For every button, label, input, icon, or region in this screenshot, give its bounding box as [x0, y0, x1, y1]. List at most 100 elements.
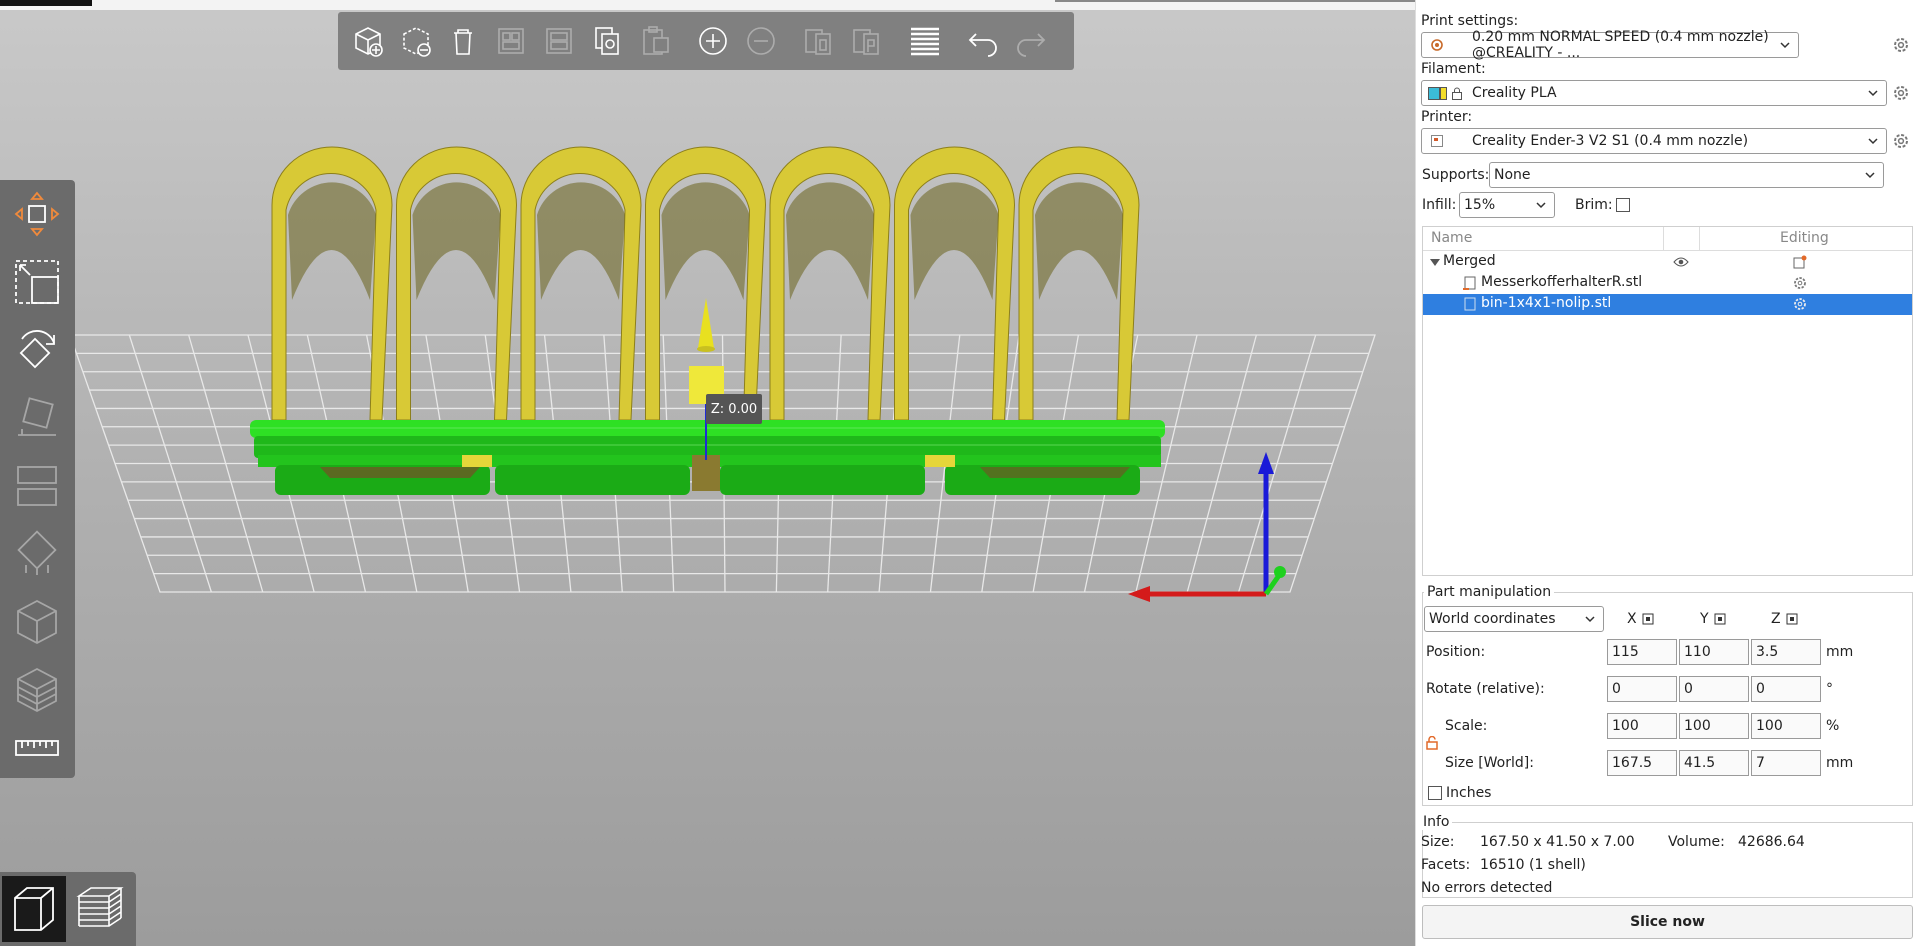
gear-icon[interactable] — [1793, 276, 1807, 290]
printer-combo[interactable]: Creality Ender-3 V2 S1 (0.4 mm nozzle) — [1421, 128, 1887, 154]
info-facets-label: Facets: — [1421, 857, 1471, 873]
rotate-x-input[interactable]: 0 — [1607, 676, 1677, 702]
infill-value: 15% — [1464, 197, 1496, 213]
object-name: Merged — [1443, 253, 1496, 269]
object-row-part-selected[interactable]: bin-1x4x1-nolip.stl — [1423, 294, 1912, 315]
redo-icon[interactable] — [1012, 19, 1050, 63]
print-profile-icon — [1431, 39, 1443, 51]
supports-combo[interactable]: None — [1489, 162, 1884, 188]
position-label: Position: — [1426, 644, 1486, 660]
split-objects-icon[interactable] — [800, 19, 838, 63]
scale-icon[interactable] — [8, 254, 66, 310]
undo-icon[interactable] — [964, 19, 1002, 63]
scale-z-input[interactable]: 100 — [1751, 713, 1821, 739]
print-settings-combo[interactable]: 0.20 mm NORMAL SPEED (0.4 mm nozzle) @CR… — [1421, 29, 1799, 61]
cut-icon[interactable] — [8, 458, 66, 514]
object-list: Name Editing Merged MesserkofferhalterR.… — [1422, 226, 1913, 576]
reset-x-icon[interactable] — [1642, 613, 1654, 625]
unlock-icon[interactable] — [1426, 736, 1438, 750]
brim-label: Brim: — [1575, 197, 1613, 213]
infill-combo[interactable]: 15% — [1459, 192, 1555, 218]
rotate-z-input[interactable]: 0 — [1751, 676, 1821, 702]
delete-all-icon[interactable] — [444, 19, 482, 63]
gear-icon[interactable] — [1892, 132, 1910, 150]
view-toggle — [0, 872, 136, 946]
3d-scene[interactable] — [0, 0, 1415, 946]
delete-icon[interactable] — [396, 19, 434, 63]
3d-viewport[interactable]: Z: 0.00 — [0, 0, 1415, 946]
gear-icon[interactable] — [1892, 84, 1910, 102]
filament-combo[interactable]: Creality PLA — [1421, 80, 1887, 106]
rotate-icon[interactable] — [8, 322, 66, 378]
3d-view-icon[interactable] — [2, 876, 66, 942]
col-editing: Editing — [1780, 230, 1829, 246]
col-name: Name — [1431, 230, 1473, 246]
rotate-unit: ° — [1826, 681, 1833, 697]
object-list-header: Name Editing — [1423, 227, 1912, 251]
gear-icon[interactable] — [1793, 297, 1807, 311]
size-x-input[interactable]: 167.5 — [1607, 750, 1677, 776]
preview-icon[interactable] — [68, 876, 132, 942]
multimaterial-icon[interactable] — [8, 662, 66, 718]
chevron-down-icon — [1868, 90, 1878, 97]
supports-value: None — [1494, 167, 1531, 183]
object-row-merged[interactable]: Merged — [1423, 252, 1912, 273]
inches-checkbox[interactable] — [1428, 786, 1442, 800]
scale-y-input[interactable]: 100 — [1679, 713, 1749, 739]
coordinates-value: World coordinates — [1429, 611, 1556, 627]
object-row-part[interactable]: MesserkofferhalterR.stl — [1423, 273, 1912, 294]
model-arch-shadow — [910, 182, 999, 300]
size-z-input[interactable]: 7 — [1751, 750, 1821, 776]
paste-icon[interactable] — [636, 19, 674, 63]
add-icon[interactable] — [348, 19, 386, 63]
scale-unit: % — [1826, 718, 1840, 734]
edit-settings-icon[interactable] — [1793, 255, 1807, 269]
brim-checkbox[interactable] — [1616, 198, 1630, 212]
copy-icon[interactable] — [588, 19, 626, 63]
gear-icon[interactable] — [1892, 36, 1910, 54]
object-name: MesserkofferhalterR.stl — [1481, 274, 1643, 290]
remove-instance-icon[interactable] — [742, 19, 780, 63]
paint-supports-icon[interactable] — [8, 526, 66, 582]
arrange-selection-icon[interactable] — [540, 19, 578, 63]
chevron-down-icon — [1536, 202, 1546, 209]
slice-now-button[interactable]: Slice now — [1422, 905, 1913, 939]
rotate-label: Rotate (relative): — [1426, 681, 1545, 697]
chevron-down-icon — [1585, 616, 1595, 623]
model-arch-shadow — [1035, 182, 1123, 300]
part-icon — [1464, 297, 1476, 311]
info-size-label: Size: — [1421, 834, 1455, 850]
position-x-input[interactable]: 115 — [1607, 639, 1677, 665]
info-status: No errors detected — [1421, 880, 1553, 896]
size-y-input[interactable]: 41.5 — [1679, 750, 1749, 776]
rotate-y-input[interactable]: 0 — [1679, 676, 1749, 702]
seam-painting-icon[interactable] — [8, 594, 66, 650]
reset-z-icon[interactable] — [1786, 613, 1798, 625]
measure-icon[interactable] — [8, 720, 66, 776]
arrange-icon[interactable] — [492, 19, 530, 63]
move-icon[interactable] — [8, 186, 66, 242]
print-settings-value: 0.20 mm NORMAL SPEED (0.4 mm nozzle) @CR… — [1472, 29, 1769, 61]
reset-y-icon[interactable] — [1714, 613, 1726, 625]
printer-value: Creality Ender-3 V2 S1 (0.4 mm nozzle) — [1472, 133, 1749, 149]
model-arch-shadow — [661, 182, 750, 300]
model-arch-shadow — [412, 182, 501, 300]
eye-icon[interactable] — [1673, 256, 1689, 268]
inches-label: Inches — [1446, 785, 1492, 801]
scale-x-input[interactable]: 100 — [1607, 713, 1677, 739]
printer-label: Printer: — [1421, 109, 1473, 125]
layers-icon[interactable] — [906, 19, 944, 63]
chevron-down-icon — [1868, 138, 1878, 145]
coordinates-combo[interactable]: World coordinates — [1424, 606, 1604, 632]
add-instance-icon[interactable] — [694, 19, 732, 63]
left-gizmo-toolbar — [0, 180, 75, 778]
object-name: bin-1x4x1-nolip.stl — [1481, 295, 1612, 311]
split-parts-icon[interactable] — [848, 19, 886, 63]
expand-triangle-icon[interactable] — [1430, 258, 1440, 268]
position-y-input[interactable]: 110 — [1679, 639, 1749, 665]
size-unit: mm — [1826, 755, 1854, 771]
info-volume-value: 42686.64 — [1738, 834, 1805, 850]
place-on-face-icon[interactable] — [8, 390, 66, 446]
filament-color-swatch — [1428, 87, 1440, 100]
position-z-input[interactable]: 3.5 — [1751, 639, 1821, 665]
